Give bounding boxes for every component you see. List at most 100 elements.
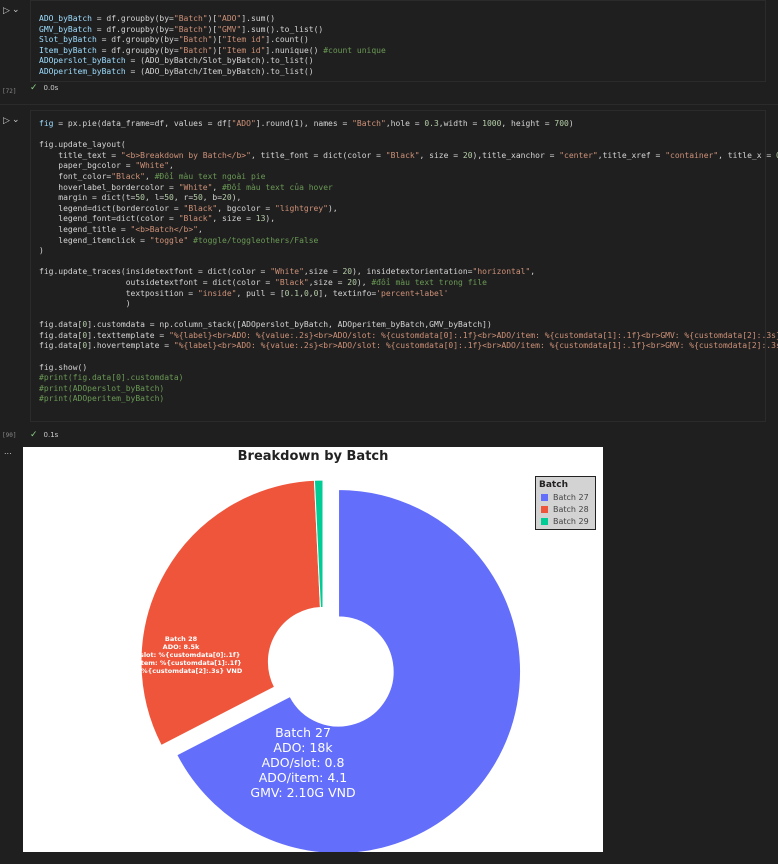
code-token: #đổi màu text trong file [371, 277, 487, 287]
code-line[interactable]: #print(fig.data[0].customdata) [39, 373, 778, 384]
code-line[interactable]: ADOperitem_byBatch = (ADO_byBatch/Item_b… [39, 67, 386, 78]
code-line[interactable]: font_color="Black", #Đổi màu text ngoài … [39, 172, 778, 183]
code-token: "<b>Breakdown by Batch</b>" [120, 150, 251, 160]
pie-chart[interactable]: Batch 27ADO: 18kADO/slot: 0.8ADO/item: 4… [23, 447, 603, 852]
slice-label-line: ADO/slot: %{customdata[0]:.1f} [122, 651, 241, 659]
code-line[interactable]: fig.data[0].customdata = np.column_stack… [39, 320, 778, 331]
check-icon: ✓ [30, 430, 38, 440]
code-token: , pull = [ [236, 288, 285, 298]
code-token: fig [39, 119, 54, 128]
code-line[interactable] [39, 352, 778, 363]
code-token: Item_byBatch [39, 45, 97, 55]
code-block[interactable]: fig = px.pie(data_frame=df, values = df[… [39, 119, 778, 405]
code-token: #count unique [323, 45, 386, 55]
code-line[interactable]: #print(ADOperslot_byBatch) [39, 384, 778, 395]
code-line[interactable]: margin = dict(t=50, l=50, r=50, b=20), [39, 193, 778, 204]
code-token: margin = dict(t= [39, 193, 136, 203]
code-line[interactable]: textposition = "inside", pull = [0.1,0,0… [39, 289, 778, 300]
code-line[interactable]: ) [39, 246, 778, 257]
code-token: ].texttemplate = [87, 330, 170, 340]
code-token: ), [328, 203, 338, 213]
code-token: "horizontal" [472, 267, 531, 277]
code-token: #print(fig.data[0].customdata) [39, 373, 184, 383]
legend-item-batch-28[interactable]: Batch 28 [541, 505, 589, 515]
output-more-icon[interactable]: ... [4, 447, 12, 456]
code-line[interactable] [39, 130, 778, 141]
code-token: ), insidetextorientation= [352, 267, 473, 277]
code-token: fig.update_traces(insidetextfont = dict(… [39, 267, 271, 277]
code-line[interactable]: GMV_byBatch = df.groupby(by="Batch")["GM… [39, 25, 386, 36]
code-token: ), [265, 214, 276, 224]
code-line[interactable]: fig.update_traces(insidetextfont = dict(… [39, 267, 778, 278]
code-cell-1[interactable]: ▷ ⌄ [72] ADO_byBatch = df.groupby(by="Ba… [0, 0, 778, 100]
code-token: "Black" [385, 150, 420, 160]
code-token: "Black" [111, 171, 145, 181]
code-token: = df.groupby(by= [96, 45, 179, 55]
code-token: "<b>Batch</b>" [130, 224, 198, 234]
run-cell-icon[interactable]: ▷ [3, 6, 10, 16]
code-line[interactable]: ADO_byBatch = df.groupby(by="Batch")["AD… [39, 14, 386, 25]
code-token: Slot_byBatch [39, 35, 97, 45]
code-token: = (ADO_byBatch/Item_byBatch).to_list() [125, 66, 314, 76]
code-line[interactable]: fig.show() [39, 363, 778, 374]
code-token: "toggle" [149, 235, 189, 245]
code-token: "Black" [178, 214, 213, 224]
code-token: , title_x = [718, 150, 776, 160]
code-line[interactable]: fig.update_layout( [39, 140, 778, 151]
code-token: "Batch" [173, 24, 208, 34]
code-token: 20 [342, 267, 353, 277]
code-line[interactable]: paper_bgcolor = "White", [39, 161, 778, 172]
code-line[interactable]: ) [39, 299, 778, 310]
code-line[interactable]: fig.data[0].hovertemplate = "%{label}<br… [39, 341, 778, 352]
code-line[interactable]: legend_title = "<b>Batch</b>", [39, 225, 778, 236]
code-token: "White" [135, 161, 170, 171]
code-token: #print(ADOperitem_byBatch) [39, 394, 165, 404]
code-line[interactable]: legend_itemclick = "toggle" #toggle/togg… [39, 236, 778, 247]
code-token: 50 [193, 193, 203, 203]
code-cell-2[interactable]: ▷ ⌄ [90] fig = px.pie(data_frame=df, val… [0, 110, 778, 445]
legend-item-batch-29[interactable]: Batch 29 [541, 517, 589, 527]
code-token: "Item id" [222, 35, 266, 45]
cell-divider [0, 104, 778, 105]
code-token: GMV_byBatch [39, 24, 92, 34]
slice-label-line: ADO/item: 4.1 [259, 770, 348, 785]
code-token: hoverlabel_bordercolor = [39, 182, 179, 192]
code-token: fig.data[ [39, 341, 83, 351]
code-token: font_color= [39, 171, 112, 181]
code-token: legend_itemclick = [39, 235, 150, 245]
slice-label-line: GMV: 2.10G VND [250, 785, 355, 800]
code-line[interactable]: outsidetextfont = dict(color = "Black",s… [39, 278, 778, 289]
code-line[interactable] [39, 310, 778, 321]
code-token: fig.update_layout( [39, 140, 126, 150]
code-token: ].nunique() [265, 45, 324, 55]
code-token: ].customdata = np.column_stack([ADOpersl… [87, 320, 492, 330]
code-line[interactable]: hoverlabel_bordercolor = "White", #Đổi m… [39, 183, 778, 194]
code-token: "inside" [197, 288, 237, 298]
chevron-down-icon[interactable]: ⌄ [12, 115, 20, 125]
code-block[interactable]: ADO_byBatch = df.groupby(by="Batch")["AD… [39, 14, 386, 78]
pie-chart-output[interactable]: Breakdown by Batch Batch 27 ADO: 18k ADO/s… [23, 447, 603, 852]
legend-swatch [541, 518, 548, 525]
legend-item-batch-27[interactable]: Batch 27 [541, 493, 589, 503]
code-token: "ADO" [231, 119, 256, 128]
chart-legend[interactable]: Batch Batch 27 Batch 28 Batch 29 [535, 476, 596, 530]
code-line[interactable]: #print(ADOperitem_byBatch) [39, 394, 778, 405]
code-line[interactable]: fig = px.pie(data_frame=df, values = df[… [39, 119, 778, 130]
code-token: "White" [178, 182, 213, 192]
code-line[interactable]: Slot_byBatch = df.groupby(by="Batch")["I… [39, 35, 386, 46]
code-token: , r= [173, 193, 194, 203]
code-line[interactable]: fig.data[0].texttemplate = "%{label}<br>… [39, 331, 778, 342]
code-line[interactable] [39, 257, 778, 268]
code-token: ) [39, 299, 131, 309]
chevron-down-icon[interactable]: ⌄ [12, 5, 20, 15]
code-line[interactable]: legend_font=dict(color = "Black", size =… [39, 214, 778, 225]
code-line[interactable]: title_text = "<b>Breakdown by Batch</b>"… [39, 151, 778, 162]
code-line[interactable]: ADOperslot_byBatch = (ADO_byBatch/Slot_b… [39, 56, 386, 67]
code-token: "Batch" [173, 14, 208, 23]
code-token: "Batch" [352, 119, 386, 128]
code-line[interactable]: Item_byBatch = df.groupby(by="Batch")["I… [39, 46, 386, 57]
code-token: ), [231, 193, 242, 203]
run-cell-icon[interactable]: ▷ [3, 116, 10, 126]
code-token: ) [39, 246, 44, 256]
code-line[interactable]: legend=dict(bordercolor = "Black", bgcol… [39, 204, 778, 215]
